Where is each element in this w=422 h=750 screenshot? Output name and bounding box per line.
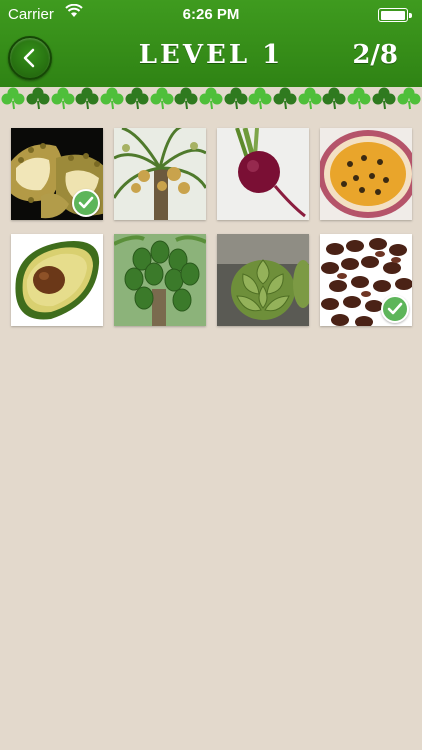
clover-icon [26,87,50,110]
clover-icon [100,87,124,110]
tile-raisins[interactable] [320,234,412,326]
status-time: 6:26 PM [182,6,240,23]
tile-avocado[interactable] [11,234,103,326]
tile-papaya[interactable] [114,234,206,326]
level-progress: 2/8 [352,40,398,70]
tile-artichoke[interactable] [217,234,309,326]
clover-icon [322,87,346,110]
tile-date-palm[interactable] [114,128,206,220]
clover-icon [1,87,25,110]
clover-icon [199,87,223,110]
status-bar: Carrier 6:26 PM [0,0,422,30]
clover-icon [298,87,322,110]
tile-beetroot[interactable] [217,128,309,220]
battery-icon [378,8,412,22]
solved-check-icon [72,189,100,217]
clover-icon [125,87,149,110]
clover-border [0,87,422,111]
puzzle-grid [11,128,412,326]
clover-icon [397,87,421,110]
tile-durian[interactable] [11,128,103,220]
clover-icon [75,87,99,110]
clover-icon [150,87,174,110]
top-bar: Carrier 6:26 PM LEVEL 1 2/8 [0,0,422,87]
clover-icon [372,87,396,110]
clover-icon [248,87,272,110]
clover-icon [347,87,371,110]
clover-icon [224,87,248,110]
clover-icon [51,87,75,110]
tile-passion-fruit[interactable] [320,128,412,220]
clover-icon [273,87,297,110]
solved-check-icon [381,295,409,323]
clover-icon [174,87,198,110]
